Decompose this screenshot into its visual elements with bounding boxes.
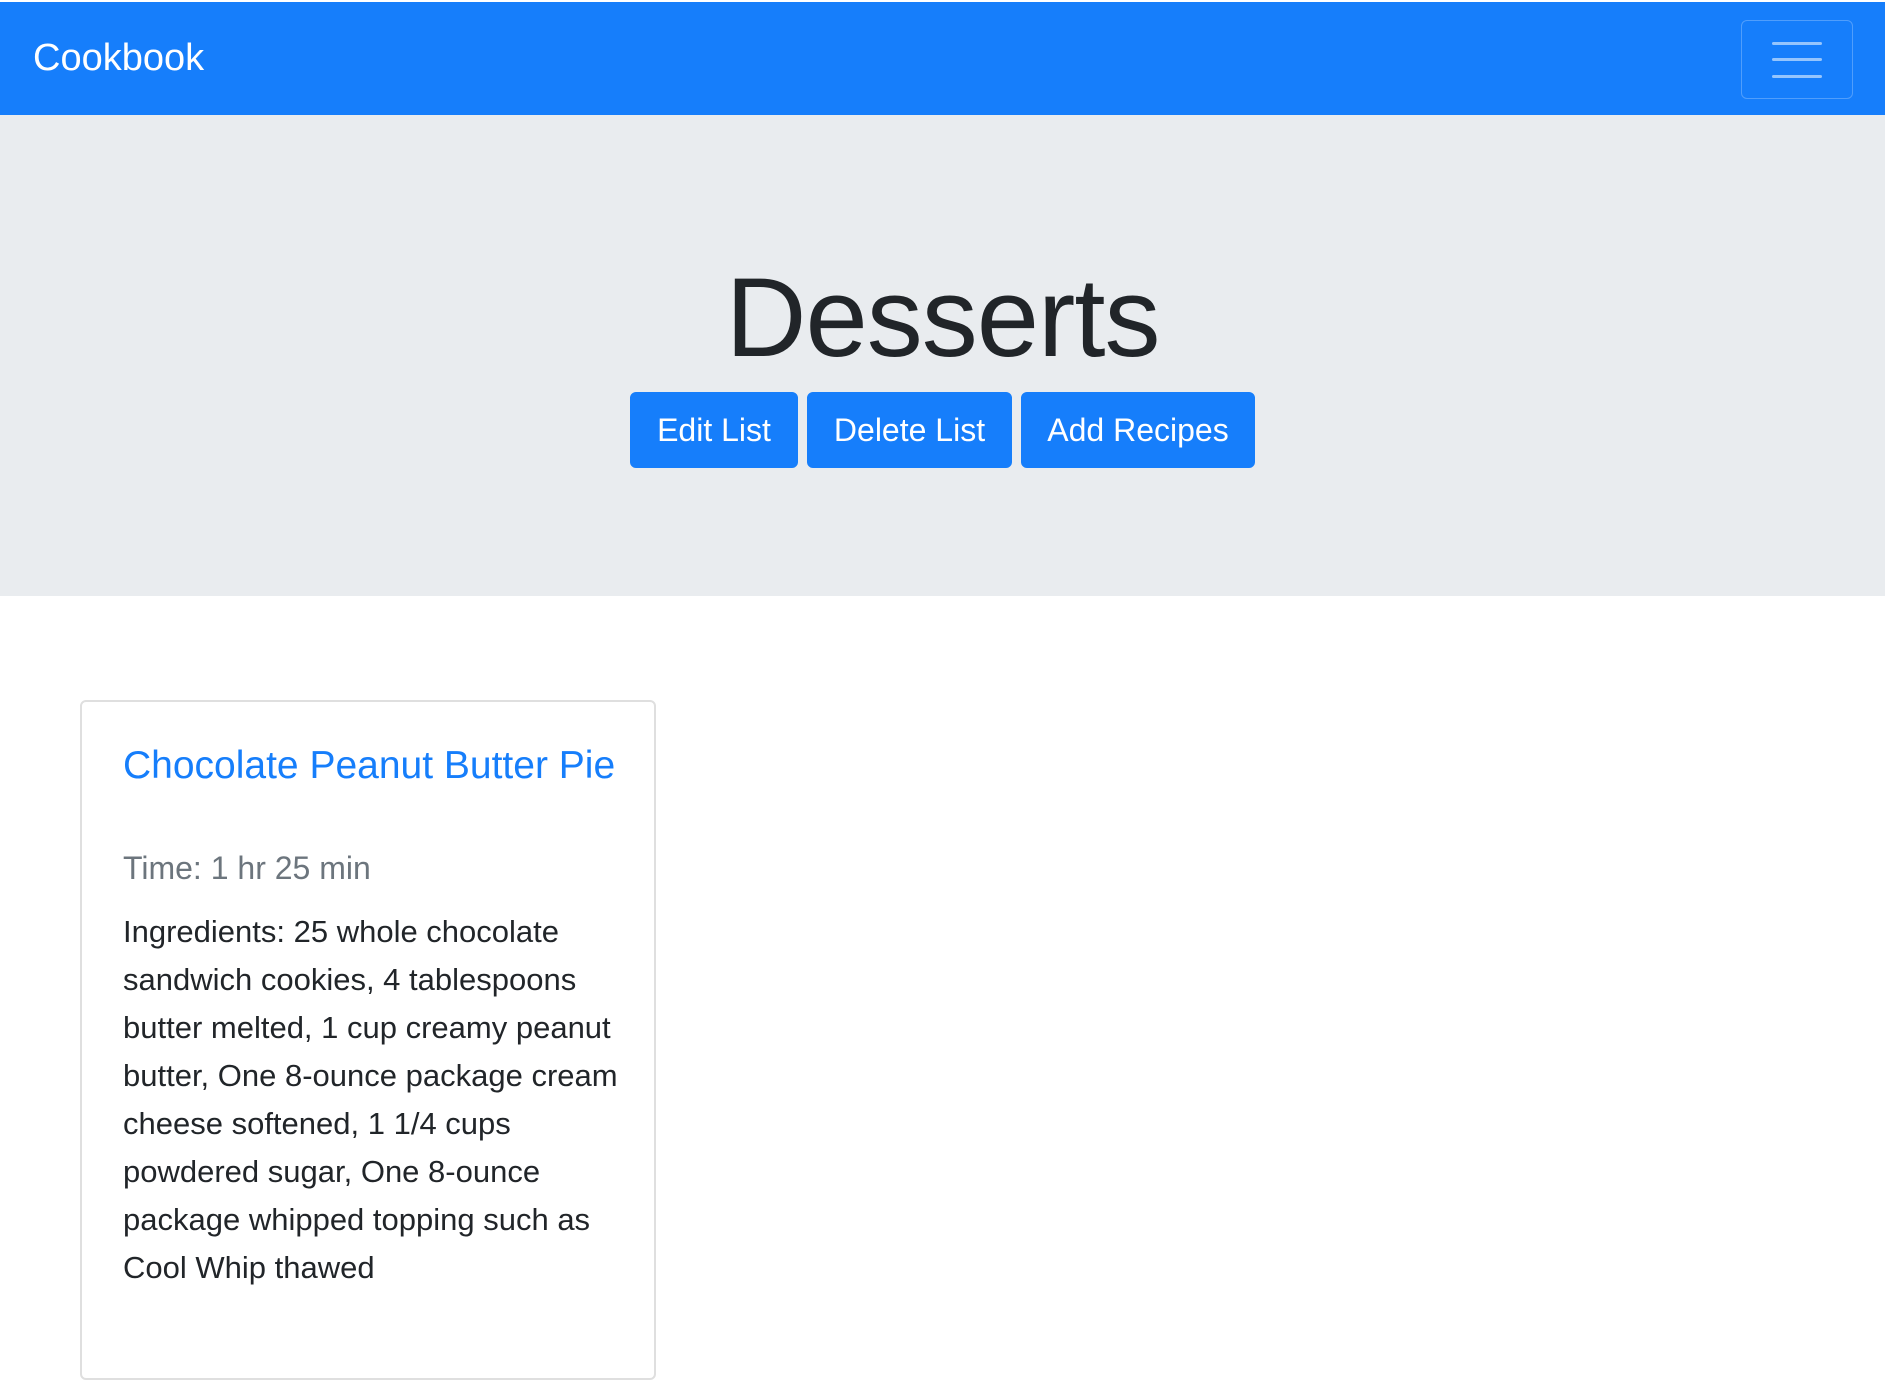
navbar-toggler-button[interactable] xyxy=(1741,20,1853,99)
delete-list-button[interactable]: Delete List xyxy=(807,392,1012,468)
page: Cookbook Desserts Edit List Delete List … xyxy=(0,0,1888,1380)
add-recipes-button[interactable]: Add Recipes xyxy=(1021,392,1255,468)
hamburger-menu-icon xyxy=(1772,42,1822,78)
list-header: Desserts Edit List Delete List Add Recip… xyxy=(0,115,1885,596)
recipe-card: Chocolate Peanut Butter Pie Time: 1 hr 2… xyxy=(80,700,656,1380)
recipe-title-link[interactable]: Chocolate Peanut Butter Pie xyxy=(123,742,623,790)
navbar-brand[interactable]: Cookbook xyxy=(33,36,204,80)
navbar: Cookbook xyxy=(0,0,1885,115)
recipe-time: Time: 1 hr 25 min xyxy=(123,850,371,886)
recipe-ingredients: Ingredients: 25 whole chocolate sandwich… xyxy=(123,914,618,1285)
edit-list-button[interactable]: Edit List xyxy=(630,392,798,468)
list-title: Desserts xyxy=(725,255,1161,380)
